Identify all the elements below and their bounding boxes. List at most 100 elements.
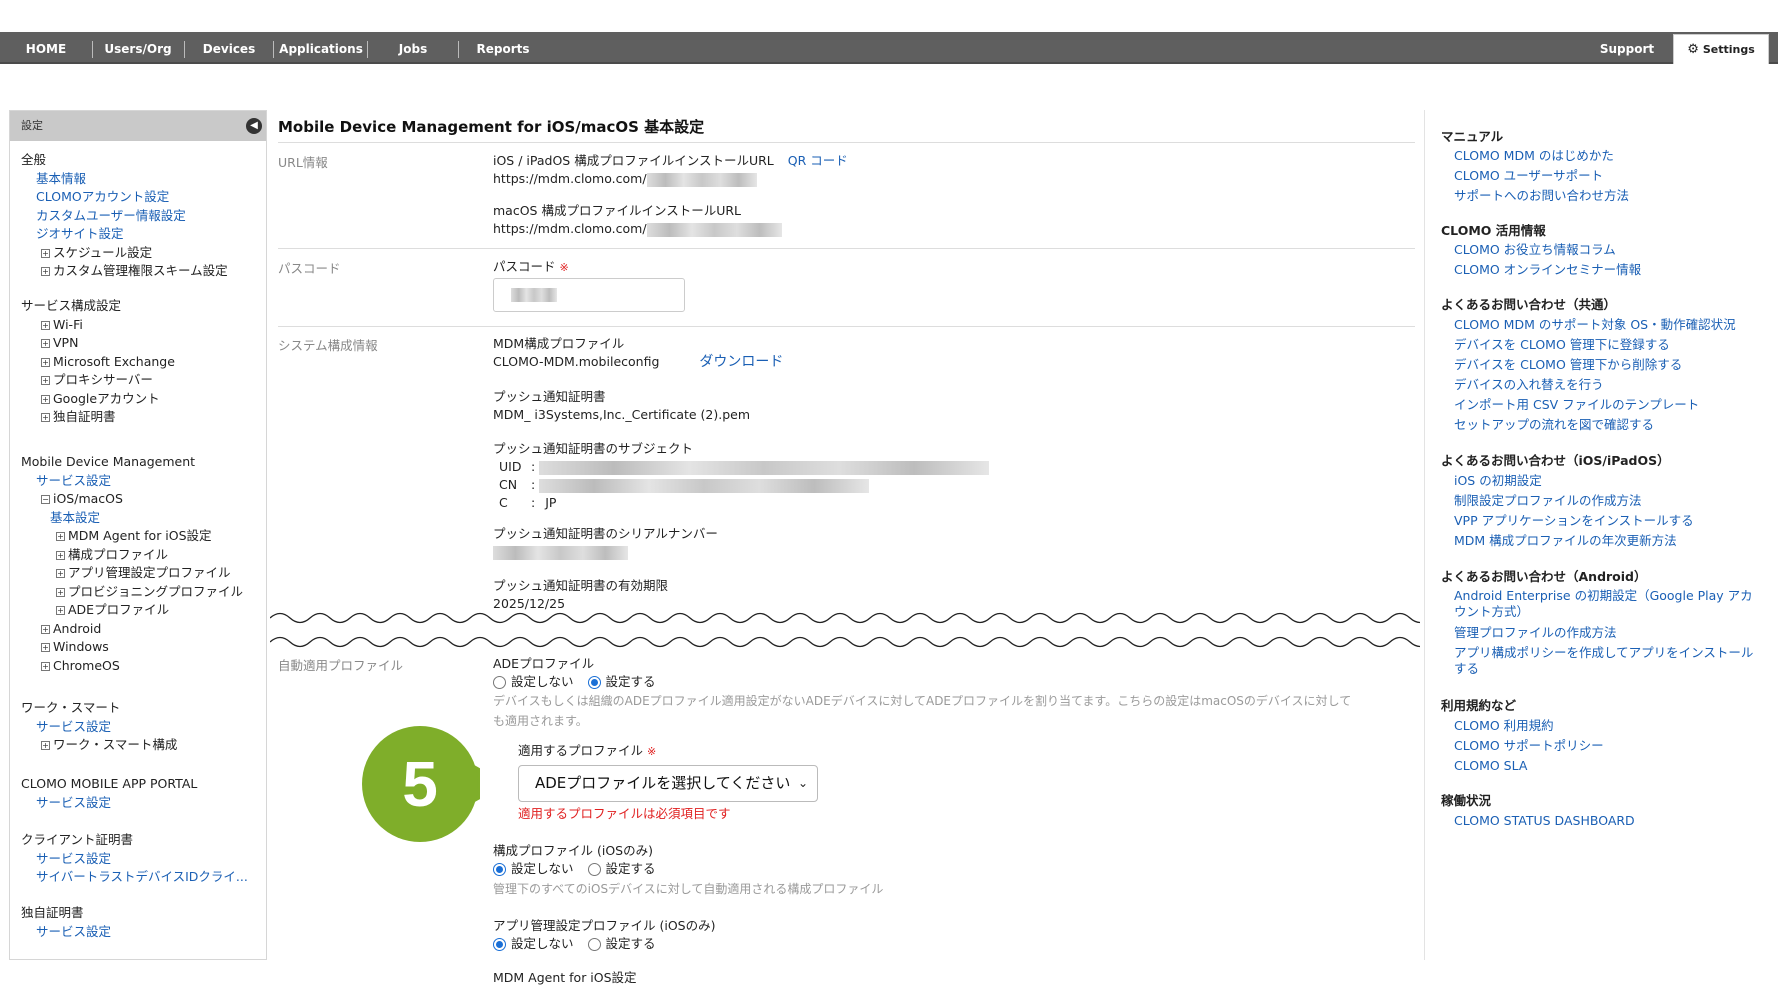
download-link[interactable]: ダウンロード: [699, 354, 783, 370]
rb-link[interactable]: 管理プロファイルの作成方法: [1454, 625, 1754, 641]
expand-icon[interactable]: +: [41, 394, 50, 404]
nav-devices[interactable]: Devices: [192, 32, 266, 64]
sidebar-tree-exchange[interactable]: + Microsoft Exchange: [21, 353, 175, 372]
config-radio-yes[interactable]: [587, 863, 601, 876]
expand-icon[interactable]: +: [56, 532, 65, 541]
rb-link[interactable]: インポート用 CSV ファイルのテンプレート: [1454, 397, 1754, 413]
expand-icon[interactable]: +: [41, 376, 50, 385]
rb-link[interactable]: Android Enterprise の初期設定（Google Play アカウ…: [1454, 588, 1754, 620]
c-value: JP: [545, 495, 557, 510]
sidebar-link-account[interactable]: CLOMOアカウント設定: [21, 188, 228, 207]
sidebar-tree-windows[interactable]: + Windows: [21, 638, 243, 657]
expand-icon[interactable]: +: [56, 550, 65, 560]
collapse-sidebar-icon[interactable]: ◀: [246, 118, 262, 134]
rb-link[interactable]: CLOMO MDM のサポート対象 OS・動作確認状況: [1454, 317, 1754, 333]
expand-icon[interactable]: +: [41, 413, 50, 422]
rb-link[interactable]: CLOMO サポートポリシー: [1454, 738, 1754, 754]
sidebar-tree-proxy[interactable]: + プロキシサーバー: [21, 371, 175, 390]
nav-reports[interactable]: Reports: [470, 32, 536, 64]
rb-link[interactable]: CLOMO SLA: [1454, 758, 1754, 774]
sidebar-link-mdm-service[interactable]: サービス設定: [21, 472, 243, 491]
sidebar-link-geosite[interactable]: ジオサイト設定: [21, 225, 228, 244]
sidebar-tree-work-config[interactable]: + ワーク・スマート構成: [21, 736, 177, 755]
sidebar-tree-app-profile[interactable]: + アプリ管理設定プロファイル: [21, 564, 243, 583]
expand-icon[interactable]: +: [56, 587, 65, 597]
expand-icon[interactable]: +: [41, 741, 50, 750]
expand-icon[interactable]: +: [41, 339, 50, 348]
sidebar-tree-agent[interactable]: + MDM Agent for iOS設定: [21, 527, 243, 546]
nav-settings-tab[interactable]: ⚙ Settings: [1673, 34, 1769, 64]
ade-select-value: ADEプロファイルを選択してください: [535, 774, 791, 792]
rb-link[interactable]: アプリ構成ポリシーを作成してアプリをインストールする: [1454, 645, 1754, 677]
radio-label: 設定する: [605, 674, 656, 689]
expand-icon[interactable]: +: [41, 357, 50, 367]
nav-jobs[interactable]: Jobs: [380, 32, 446, 64]
sidebar-title: 設定: [21, 119, 43, 132]
redacted-blur: [646, 222, 782, 237]
sidebar-link-work-service[interactable]: サービス設定: [21, 718, 177, 737]
sidebar-tree-custom-permission[interactable]: + カスタム管理権限スキーム設定: [21, 262, 228, 281]
expand-icon[interactable]: +: [56, 606, 65, 615]
sidebar-tree-google[interactable]: + Googleアカウント: [21, 390, 175, 409]
sidebar-tree-provisioning[interactable]: + プロビジョニングプロファイル: [21, 583, 243, 602]
app-radio-yes[interactable]: [587, 938, 601, 951]
expand-icon[interactable]: +: [41, 661, 50, 671]
expand-icon[interactable]: +: [41, 248, 50, 258]
rb-link[interactable]: iOS の初期設定: [1454, 473, 1754, 489]
sidebar-tree-vpn[interactable]: + VPN: [21, 334, 175, 353]
expand-icon[interactable]: +: [41, 624, 50, 634]
sidebar-group-own-cert: 独自証明書 サービス設定: [21, 904, 111, 941]
sidebar-link-custom-user[interactable]: カスタムユーザー情報設定: [21, 207, 228, 226]
config-profile-block: 構成プロファイル (iOSのみ) 設定しない 設定する 管理下のすべてのiOSデ…: [493, 842, 883, 900]
nav-home[interactable]: HOME: [14, 32, 78, 64]
sidebar-tree-config-profile[interactable]: + 構成プロファイル: [21, 546, 243, 565]
rb-link[interactable]: VPP アプリケーションをインストールする: [1454, 513, 1754, 529]
rb-link[interactable]: CLOMO お役立ち情報コラム: [1454, 242, 1754, 258]
rb-link[interactable]: CLOMO ユーザーサポート: [1454, 168, 1754, 184]
sidebar-header: 設定 ◀: [10, 111, 266, 141]
rb-link[interactable]: デバイスを CLOMO 管理下に登録する: [1454, 337, 1754, 353]
sidebar-tree-wifi[interactable]: + Wi-Fi: [21, 316, 175, 335]
sidebar-tree-schedule[interactable]: + スケジュール設定: [21, 244, 228, 263]
sidebar-group-client-cert: クライアント証明書 サービス設定 サイバートラストデバイスIDクライ...: [21, 831, 248, 887]
expand-icon[interactable]: +: [56, 569, 65, 578]
ade-radio-no[interactable]: [493, 676, 506, 689]
passcode-input[interactable]: [493, 278, 685, 312]
nav-users-org[interactable]: Users/Org: [98, 32, 178, 64]
nav-support[interactable]: Support: [1592, 32, 1662, 64]
sidebar-link-basic-settings[interactable]: 基本設定: [21, 509, 243, 528]
sidebar-link-own-cert-service[interactable]: サービス設定: [21, 923, 111, 942]
rb-link[interactable]: CLOMO STATUS DASHBOARD: [1454, 813, 1754, 829]
radio-label: 設定する: [605, 861, 656, 876]
sidebar-tree-ios-macos[interactable]: − iOS/macOS: [21, 490, 243, 509]
sidebar-tree-own-cert[interactable]: + 独自証明書: [21, 408, 175, 427]
app-radio-no[interactable]: [493, 938, 506, 951]
qr-code-link[interactable]: QR コード: [788, 153, 848, 168]
expand-icon[interactable]: +: [41, 320, 50, 330]
nav-settings-label: Settings: [1702, 43, 1755, 56]
sidebar-link-basic-info[interactable]: 基本情報: [21, 170, 228, 189]
rb-link[interactable]: CLOMO オンラインセミナー情報: [1454, 262, 1754, 278]
rb-link[interactable]: セットアップの流れを図で確認する: [1454, 417, 1754, 433]
expand-icon[interactable]: +: [41, 643, 50, 652]
expand-icon[interactable]: +: [41, 267, 50, 276]
sidebar-link-cybertrust[interactable]: サイバートラストデバイスIDクライ...: [21, 868, 248, 887]
nav-applications[interactable]: Applications: [278, 32, 364, 64]
collapse-icon[interactable]: −: [41, 495, 50, 504]
sidebar-tree-chromeos[interactable]: + ChromeOS: [21, 657, 243, 676]
config-radio-no[interactable]: [493, 863, 506, 876]
rb-link[interactable]: MDM 構成プロファイルの年次更新方法: [1454, 533, 1754, 549]
rb-link[interactable]: 制限設定プロファイルの作成方法: [1454, 493, 1754, 509]
rb-link[interactable]: デバイスを CLOMO 管理下から削除する: [1454, 357, 1754, 373]
sidebar-link-portal-service[interactable]: サービス設定: [21, 794, 197, 813]
rb-link[interactable]: デバイスの入れ替えを行う: [1454, 377, 1754, 393]
top-nav: HOME Users/Org Devices Applications Jobs…: [0, 32, 1778, 64]
rb-link[interactable]: サポートへのお問い合わせ方法: [1454, 188, 1754, 204]
rb-link[interactable]: CLOMO MDM のはじめかた: [1454, 148, 1754, 164]
ade-profile-select[interactable]: ADEプロファイルを選択してください ⌄: [518, 765, 818, 802]
sidebar-link-client-service[interactable]: サービス設定: [21, 850, 248, 869]
ade-radio-yes[interactable]: [587, 676, 601, 689]
sidebar-tree-android[interactable]: + Android: [21, 620, 243, 639]
sidebar-tree-ade[interactable]: + ADEプロファイル: [21, 601, 243, 620]
rb-link[interactable]: CLOMO 利用規約: [1454, 718, 1754, 734]
